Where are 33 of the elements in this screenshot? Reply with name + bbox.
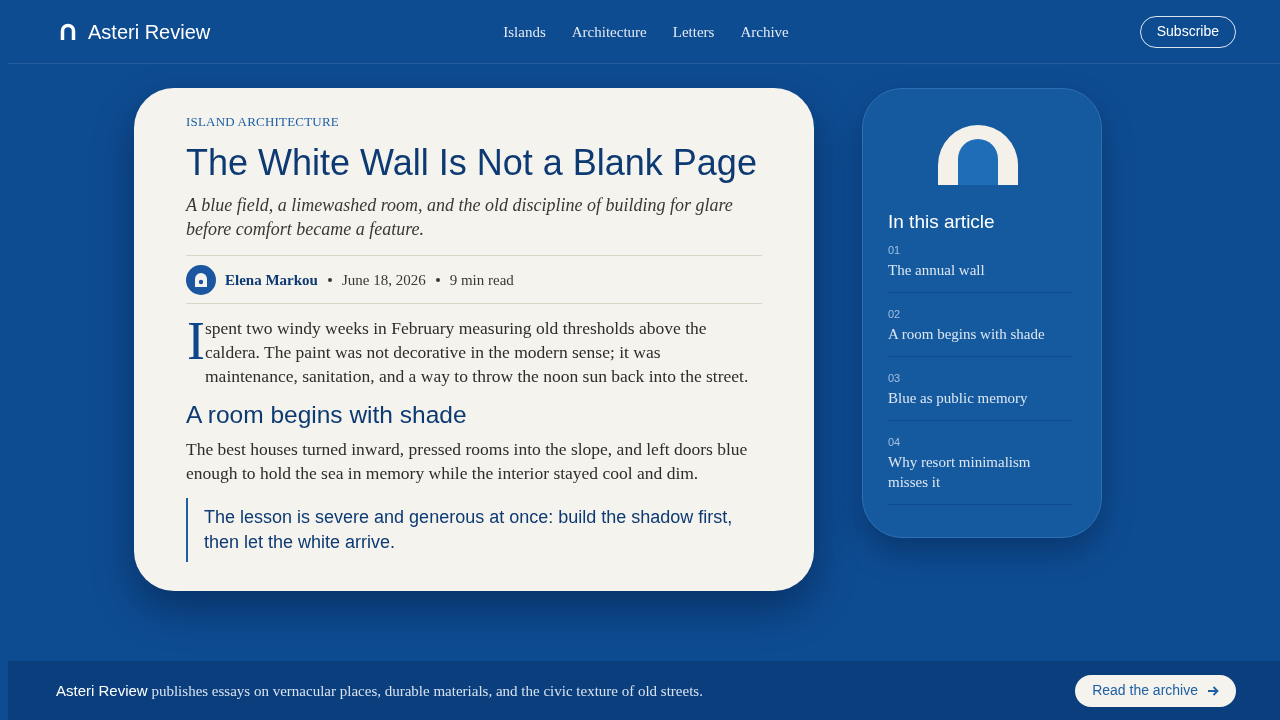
nav-link[interactable]: Letters bbox=[672, 21, 715, 42]
nav-link[interactable]: Archive bbox=[740, 21, 789, 42]
contents-heading: In this article bbox=[888, 210, 996, 234]
arrow-right-icon bbox=[1208, 685, 1219, 696]
nav-link[interactable]: Islands bbox=[503, 21, 546, 42]
article-category: ISLAND ARCHITECTURE bbox=[186, 114, 340, 130]
avatar-icon bbox=[186, 265, 216, 295]
bullet-icon bbox=[327, 278, 332, 282]
read-time: 9 min read bbox=[449, 271, 514, 290]
contents-link[interactable]: The annual wall bbox=[888, 260, 1072, 280]
contents-link[interactable]: Why resort minimalism misses it bbox=[888, 452, 1072, 492]
body-paragraph: The best houses turned inward, pressed rooms into the slope, and left doors blue enough to hold the sea in memory while the interior stayed cool and dim. bbox=[186, 438, 749, 485]
bullet-icon bbox=[435, 278, 440, 282]
article-title: The White Wall Is Not a Blank Page bbox=[186, 141, 758, 185]
section-heading: A room begins with shade bbox=[186, 400, 468, 430]
archive-button[interactable]: Read the archive bbox=[1075, 674, 1236, 707]
nav-link[interactable]: Architecture bbox=[571, 21, 647, 42]
arch-icon bbox=[938, 125, 1018, 185]
body-paragraph: spent two windy weeks in February measuring old thresholds above the caldera. The paint was not decorative in the modern sense; it was maintenance, sanitation, and a way to throw the noon sun back into the street. bbox=[205, 317, 750, 388]
brand-link[interactable]: Asteri Review bbox=[60, 19, 211, 44]
footer-text: Asteri Review publishes essays on vernacular places, durable materials, and the civic texture of old streets. bbox=[56, 680, 703, 701]
section-number: 04 bbox=[888, 436, 902, 448]
publish-date: June 18, 2026 bbox=[341, 271, 426, 290]
pull-quote: The lesson is severe and generous at once: build the shadow first, then let the white arrive. bbox=[186, 498, 762, 562]
contents-link[interactable]: Blue as public memory bbox=[888, 388, 1072, 408]
author-link[interactable]: Elena Markou bbox=[225, 270, 318, 290]
section-number: 02 bbox=[888, 308, 902, 320]
article-subtitle: A blue field, a limewashed room, and the old discipline of building for glare before comfort became a feature. bbox=[186, 194, 734, 241]
section-number: 03 bbox=[888, 372, 902, 384]
section-number: 01 bbox=[888, 244, 902, 256]
drop-cap: I bbox=[186, 319, 205, 363]
contents-link[interactable]: A room begins with shade bbox=[888, 324, 1072, 344]
arch-logo-icon bbox=[60, 23, 76, 40]
